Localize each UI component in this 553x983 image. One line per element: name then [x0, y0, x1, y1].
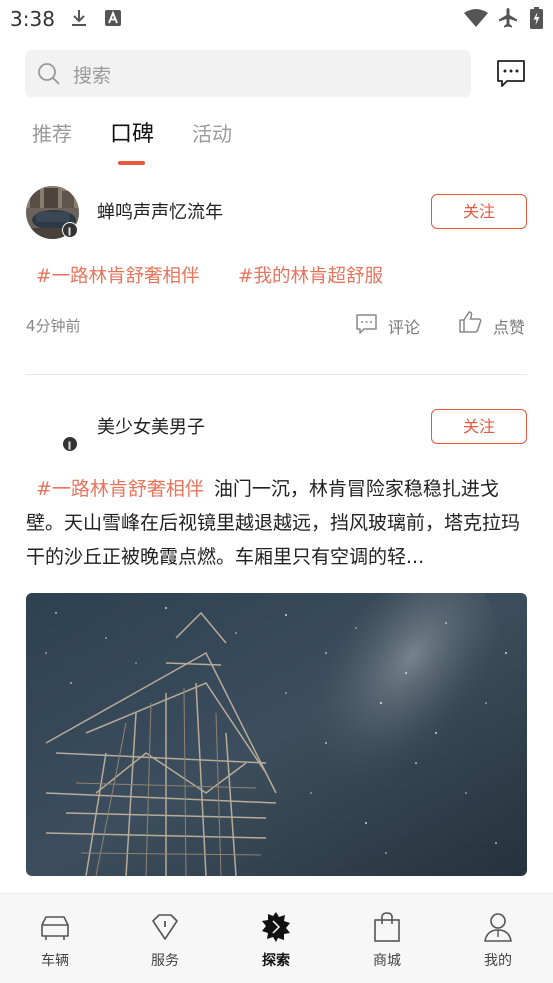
post-image[interactable] [26, 593, 527, 876]
diamond-icon [152, 914, 178, 940]
search-icon [38, 63, 60, 85]
tab-reputation[interactable]: 口碑 [110, 116, 154, 148]
search-input[interactable]: 搜索 [25, 50, 471, 97]
like-icon[interactable] [459, 311, 482, 333]
profile-icon [484, 913, 512, 942]
a-badge-icon [105, 10, 121, 26]
tab-recommend[interactable]: 推荐 [32, 118, 72, 147]
divider [26, 374, 527, 375]
nav-service[interactable]: 服务 [110, 894, 220, 983]
username[interactable]: 蝉鸣声声忆流年 [97, 198, 223, 224]
search-placeholder: 搜索 [73, 65, 112, 87]
airplane-icon [499, 8, 517, 28]
status-bar: 3:38 [0, 0, 553, 38]
post-time: 4分钟前 [26, 317, 81, 335]
like-button[interactable]: 点赞 [493, 314, 525, 338]
nav-label: 服务 [151, 953, 179, 969]
explore-icon [262, 912, 290, 942]
post-text[interactable]: #一路林肯舒奢相伴 油门一沉，林肯冒险家稳稳扎进戈壁。天山雪峰在后视镜里越退越远，… [26, 472, 529, 574]
tab-activity[interactable]: 活动 [192, 118, 232, 147]
topic-tag[interactable]: #一路林肯舒奢相伴 [36, 262, 200, 288]
nav-explore[interactable]: 探索 [221, 894, 331, 983]
comment-button[interactable]: 评论 [388, 314, 420, 338]
username[interactable]: 美少女美男子 [97, 413, 205, 439]
verified-badge-icon [62, 436, 78, 452]
nav-label: 商城 [373, 953, 401, 969]
battery-charging-icon [530, 7, 543, 29]
wifi-icon [464, 9, 488, 27]
follow-button[interactable]: 关注 [431, 194, 527, 229]
active-tab-indicator [118, 161, 145, 165]
download-icon [72, 10, 86, 26]
nav-label: 我的 [484, 953, 512, 969]
message-icon[interactable] [496, 58, 526, 88]
nav-shop[interactable]: 商城 [332, 894, 442, 983]
topic-tag[interactable]: #我的林肯超舒服 [238, 262, 383, 288]
verified-badge-icon [62, 222, 78, 238]
nav-car[interactable]: 车辆 [0, 894, 110, 983]
nav-label: 探索 [262, 953, 290, 969]
comment-icon[interactable] [356, 314, 377, 334]
car-icon [41, 916, 69, 940]
follow-button[interactable]: 关注 [431, 409, 527, 444]
topic-tag[interactable]: #一路林肯舒奢相伴 [36, 478, 204, 500]
nav-profile[interactable]: 我的 [443, 894, 553, 983]
bottom-navigation: 车辆 服务 探索 商城 我的 [0, 893, 553, 983]
status-time: 3:38 [10, 7, 55, 31]
nav-label: 车辆 [41, 953, 69, 969]
shopping-bag-icon [374, 912, 400, 942]
